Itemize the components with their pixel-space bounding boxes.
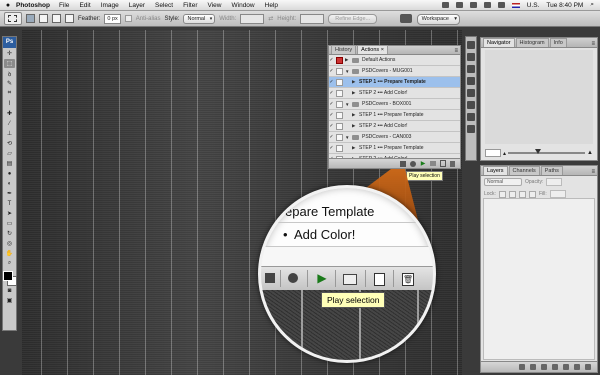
zoomed-stop-icon (265, 273, 275, 283)
zoomed-empty-area (261, 247, 433, 267)
zoomed-trash-icon: 🗑 (402, 273, 414, 286)
zoomed-separator (280, 270, 281, 287)
zoomed-separator (307, 270, 308, 287)
zoomed-separator (393, 270, 394, 287)
zoomed-play-selection-tooltip: Play selection (321, 292, 386, 308)
zoom-callout: epare Template • Add Color! ▶ 🗑 Play sel… (258, 185, 436, 363)
zoomed-separator (335, 270, 336, 287)
zoomed-folder-icon (343, 274, 357, 285)
zoomed-record-icon (288, 273, 298, 283)
zoomed-separator (365, 270, 366, 287)
zoomed-bullet: • (283, 227, 288, 242)
zoomed-row-prepare-template: epare Template (261, 202, 433, 223)
zoomed-play-icon: ▶ (317, 271, 327, 285)
zoomed-new-action-icon (374, 273, 385, 286)
zoomed-row-add-color: • Add Color! (261, 224, 433, 247)
zoomed-row-add-color-label: Add Color! (294, 227, 356, 242)
zoomed-actions-footer: ▶ 🗑 (261, 266, 433, 291)
zoomed-row-prepare-template-label: epare Template (285, 204, 375, 219)
